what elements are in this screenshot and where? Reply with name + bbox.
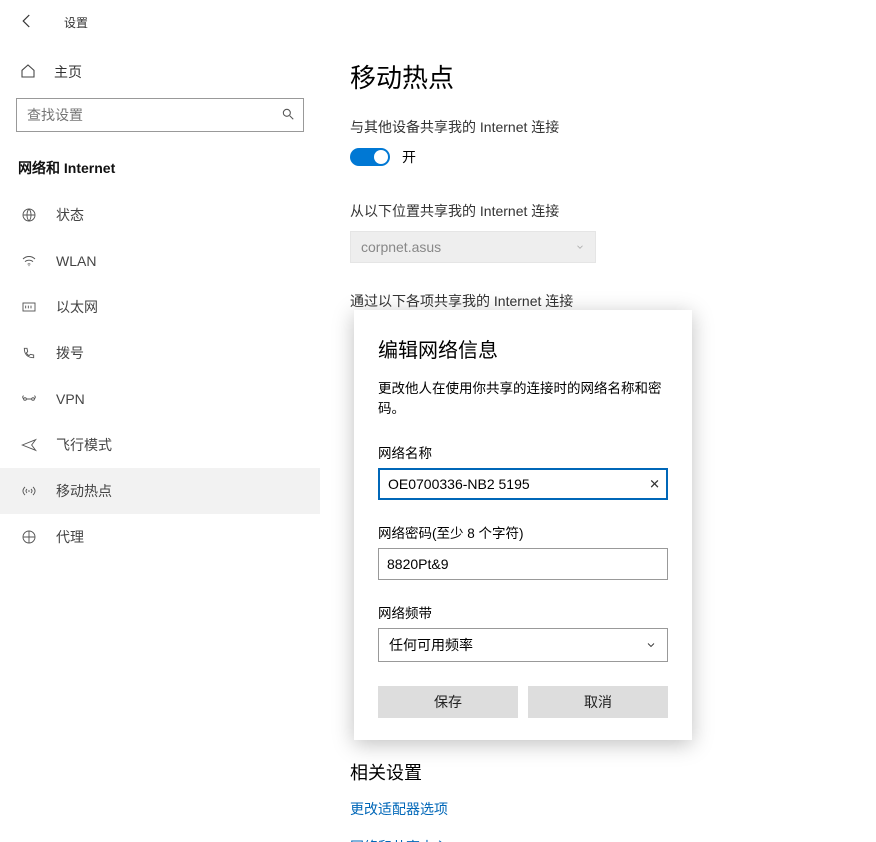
sidebar-item-label: 移动热点 (56, 481, 112, 501)
share-label: 与其他设备共享我的 Internet 连接 (350, 117, 846, 137)
sidebar-item-dialup[interactable]: 拨号 (16, 330, 304, 376)
home-icon (20, 63, 36, 82)
sidebar: 主页 网络和 Internet 状态 WLAN 以太网 拨号 VPN (0, 44, 320, 842)
page-title: 移动热点 (350, 58, 846, 95)
back-button[interactable] (18, 12, 36, 33)
hotspot-icon (20, 483, 38, 499)
sidebar-item-ethernet[interactable]: 以太网 (16, 284, 304, 330)
modal-desc: 更改他人在使用你共享的连接时的网络名称和密码。 (378, 379, 668, 420)
airplane-icon (20, 437, 38, 453)
sidebar-item-wlan[interactable]: WLAN (16, 238, 304, 284)
sidebar-item-label: 状态 (56, 205, 84, 225)
sidebar-home-label: 主页 (54, 62, 82, 82)
sidebar-item-airplane[interactable]: 飞行模式 (16, 422, 304, 468)
proxy-icon (20, 529, 38, 545)
sidebar-item-status[interactable]: 状态 (16, 192, 304, 238)
sidebar-item-vpn[interactable]: VPN (16, 376, 304, 422)
sidebar-item-label: WLAN (56, 253, 96, 269)
sidebar-section-header: 网络和 Internet (18, 158, 304, 178)
link-network-center[interactable]: 网络和共享中心 (350, 837, 846, 842)
sidebar-item-proxy[interactable]: 代理 (16, 514, 304, 560)
search-icon (281, 107, 295, 124)
share-from-value: corpnet.asus (361, 239, 441, 255)
search-input[interactable] (27, 107, 281, 123)
save-button[interactable]: 保存 (378, 686, 518, 718)
network-password-input[interactable] (378, 548, 668, 580)
clear-icon[interactable]: ✕ (649, 477, 660, 490)
search-input-wrap[interactable] (16, 98, 304, 132)
network-name-input[interactable] (378, 468, 668, 500)
vpn-icon (20, 391, 38, 407)
network-band-label: 网络频带 (378, 602, 668, 622)
share-toggle[interactable] (350, 148, 390, 166)
wifi-icon (20, 253, 38, 269)
sidebar-item-label: VPN (56, 391, 85, 407)
sidebar-item-label: 拨号 (56, 343, 84, 363)
sidebar-home[interactable]: 主页 (16, 54, 304, 92)
sidebar-item-label: 代理 (56, 527, 84, 547)
network-band-value: 任何可用频率 (389, 635, 473, 655)
network-name-label: 网络名称 (378, 442, 668, 462)
sidebar-item-label: 以太网 (56, 297, 98, 317)
related-title: 相关设置 (350, 759, 846, 785)
share-via-label: 通过以下各项共享我的 Internet 连接 (350, 291, 846, 311)
sidebar-item-hotspot[interactable]: 移动热点 (0, 468, 320, 514)
sidebar-item-label: 飞行模式 (56, 435, 112, 455)
modal-title: 编辑网络信息 (378, 334, 668, 363)
network-password-label: 网络密码(至少 8 个字符) (378, 522, 668, 542)
network-band-select[interactable]: 任何可用频率 (378, 628, 668, 662)
link-adapter-options[interactable]: 更改适配器选项 (350, 799, 846, 819)
dialup-icon (20, 345, 38, 361)
globe-grid-icon (20, 207, 38, 223)
edit-network-modal: 编辑网络信息 更改他人在使用你共享的连接时的网络名称和密码。 网络名称 ✕ 网络… (354, 310, 692, 740)
ethernet-icon (20, 299, 38, 315)
app-title: 设置 (64, 14, 88, 31)
share-from-select: corpnet.asus (350, 231, 596, 263)
cancel-button[interactable]: 取消 (528, 686, 668, 718)
toggle-text: 开 (402, 147, 416, 167)
share-from-label: 从以下位置共享我的 Internet 连接 (350, 201, 846, 221)
chevron-down-icon (645, 639, 657, 651)
chevron-down-icon (575, 242, 585, 252)
